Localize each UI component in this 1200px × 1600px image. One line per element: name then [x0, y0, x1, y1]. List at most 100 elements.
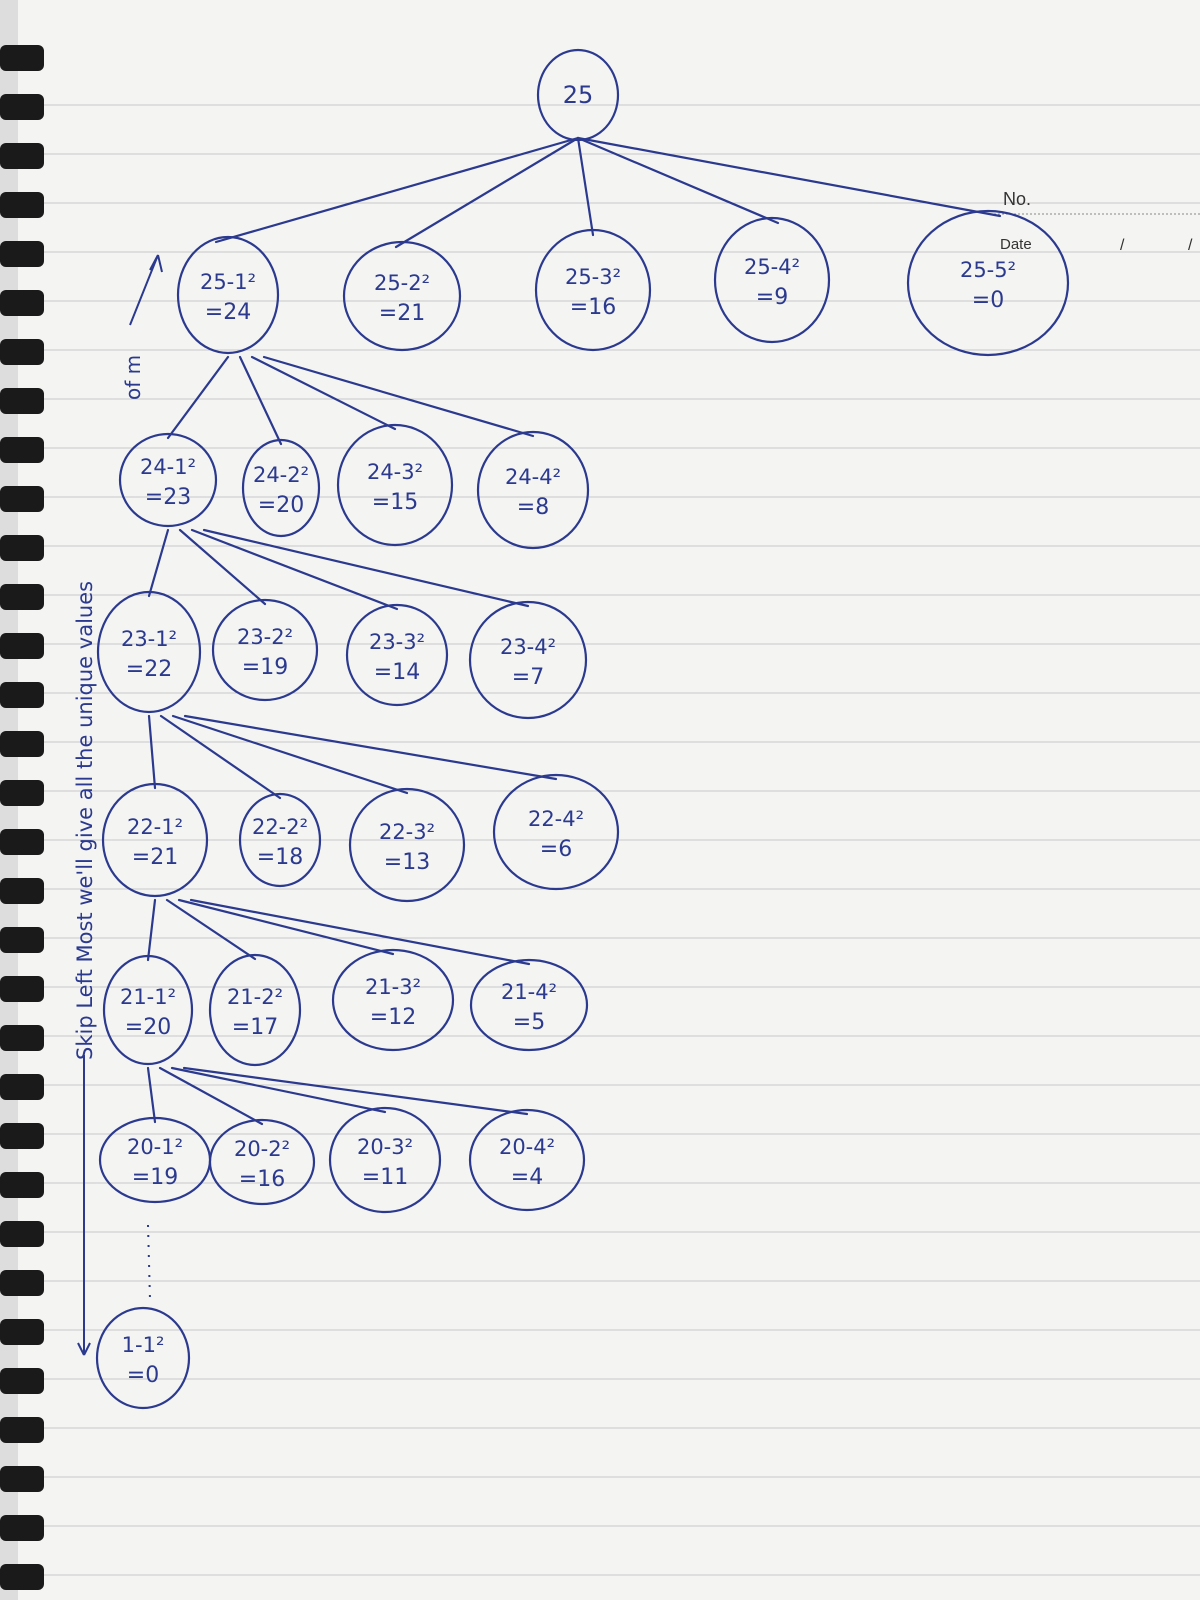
root-node: 25: [536, 48, 620, 142]
node-result: =16: [570, 295, 616, 320]
node-circle: [102, 954, 194, 1066]
node-result: =16: [239, 1167, 285, 1192]
node-circle: [345, 603, 449, 707]
spiral-ring: [0, 633, 44, 659]
node-result: =14: [374, 660, 420, 685]
tree-edge: [190, 528, 399, 611]
node-circle: [468, 1108, 586, 1212]
node-circle: [468, 600, 588, 720]
tree-edge: [177, 898, 395, 956]
node-expression: 20-3²: [357, 1135, 413, 1159]
node-result: =23: [145, 485, 191, 510]
node-result: =5: [513, 1010, 545, 1035]
node-result: =7: [512, 665, 544, 690]
tree-edge: [147, 528, 170, 598]
spiral-ring: [0, 1270, 44, 1296]
node-circle: [331, 948, 455, 1052]
tree-edge: [238, 355, 283, 446]
node-result: =17: [232, 1015, 278, 1040]
spiral-ring: [0, 829, 44, 855]
node-expression: 25-3²: [565, 265, 621, 289]
node-result: =9: [756, 285, 788, 310]
level1-node-5: 25-5² =0: [906, 209, 1070, 357]
node-expression: 20-2²: [234, 1137, 290, 1161]
node-expression: 20-1²: [127, 1135, 183, 1159]
node-expression: 23-1²: [121, 627, 177, 651]
node-circle: [906, 209, 1070, 357]
level1-node-3: 25-3² =16: [534, 228, 652, 352]
node-circle: [208, 953, 302, 1067]
node-expression: 21-3²: [365, 975, 421, 999]
row1-node-2: 24-2² =20: [241, 438, 321, 538]
node-circle: [492, 773, 620, 891]
node-expression: 24-3²: [367, 460, 423, 484]
row3-node-3: 22-3² =13: [348, 787, 466, 903]
node-result: =21: [379, 301, 425, 326]
spiral-ring: [0, 1172, 44, 1198]
node-circle: [336, 423, 454, 547]
node-result: =0: [127, 1363, 159, 1388]
node-expression: 25-5²: [960, 258, 1016, 282]
spiral-ring: [0, 878, 44, 904]
tree-edge: [576, 136, 595, 237]
node-circle: [342, 240, 462, 352]
tree-diagram: No. Date / / 2525-1²=2425-2²=2125-3²=162…: [0, 0, 1200, 1600]
node-circle: [348, 787, 466, 903]
row2-node-3: 23-3² =14: [345, 603, 449, 707]
node-result: =22: [126, 657, 172, 682]
row4-node-3: 21-3² =12: [331, 948, 455, 1052]
side-note: Skip Left Most we'll give all the unique…: [73, 581, 97, 1060]
last-node: 1-1² =0: [95, 1306, 191, 1410]
node-circle: [713, 216, 831, 344]
node-expression: 20-4²: [499, 1135, 555, 1159]
spiral-ring: [0, 241, 44, 267]
node-expression: 23-4²: [500, 635, 556, 659]
node-circle: [328, 1106, 442, 1214]
spiral-ring: [0, 1221, 44, 1247]
spiral-ring: [0, 1466, 44, 1492]
row1-node-4: 24-4² =8: [476, 430, 590, 550]
node-expression: 25-4²: [744, 255, 800, 279]
spiral-ring: [0, 535, 44, 561]
side-note-end: of m: [121, 355, 145, 400]
node-expression: 25-2²: [374, 271, 430, 295]
spiral-ring: [0, 290, 44, 316]
node-result: =11: [362, 1165, 408, 1190]
row5-node-2: 20-2² =16: [208, 1118, 316, 1206]
spiral-ring: [0, 143, 44, 169]
spiral-ring: [0, 780, 44, 806]
node-result: =15: [372, 490, 418, 515]
level1-node-2: 25-2² =21: [342, 240, 462, 352]
row2-node-2: 23-2² =19: [211, 598, 319, 702]
node-expression: 21-2²: [227, 985, 283, 1009]
node-circle: [241, 438, 321, 538]
spiral-ring: [0, 1319, 44, 1345]
tree-edge: [250, 355, 397, 431]
tree-edge: [146, 898, 157, 962]
spiral-ring: [0, 1564, 44, 1590]
row4-node-2: 21-2² =17: [208, 953, 302, 1067]
spiral-ring: [0, 437, 44, 463]
date-slash-2: /: [1188, 237, 1193, 254]
node-circle: [96, 590, 202, 714]
node-expression: 24-1²: [140, 455, 196, 479]
node-result: =18: [257, 845, 303, 870]
tree-edge: [182, 1066, 529, 1116]
spiral-ring: [0, 1368, 44, 1394]
spiral-ring: [0, 584, 44, 610]
spiral-ring: [0, 1123, 44, 1149]
ruled-lines: [40, 104, 1200, 1576]
node-expression: 22-3²: [379, 820, 435, 844]
tree-nodes: 25 25-1² =24 25-2² =21 25-3² =16 25-4² =9 25-5² =0…: [95, 48, 1070, 1410]
side-note-arrow: [77, 1055, 91, 1356]
notebook-page: No. Date / / 25 25-1² =24 25-2² =21 25-3² =16 2…: [0, 0, 1200, 1600]
node-expression: 21-1²: [120, 985, 176, 1009]
row5-node-4: 20-4² =4: [468, 1108, 586, 1212]
node-circle: [211, 598, 319, 702]
node-result: =4: [511, 1165, 543, 1190]
tree-edge: [147, 714, 157, 790]
level1-node-1: 25-1² =24: [176, 235, 280, 355]
spiral-ring: [0, 731, 44, 757]
level1-node-4: 25-4² =9: [713, 216, 831, 344]
dotted-continuation: [147, 1224, 151, 1301]
